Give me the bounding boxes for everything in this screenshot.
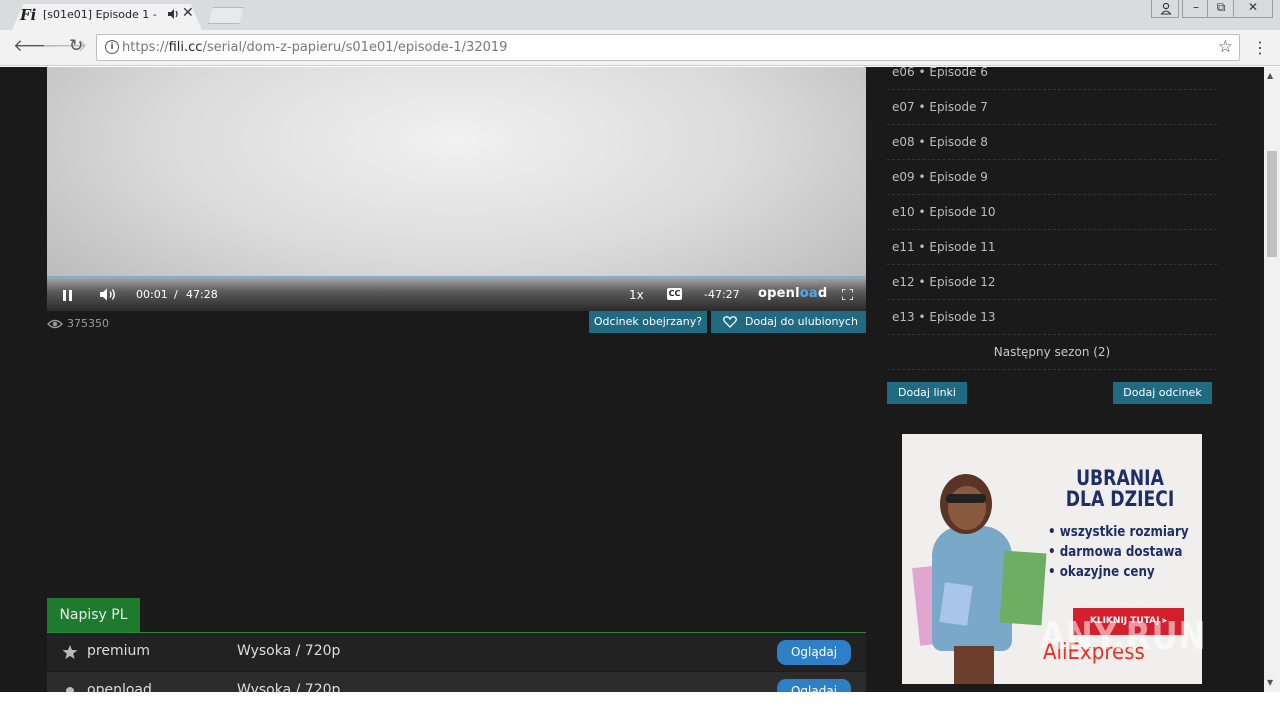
openload-logo: openload bbox=[758, 286, 828, 301]
episode-item[interactable]: e10 • Episode 10 bbox=[887, 195, 1217, 230]
info-icon[interactable]: i bbox=[105, 40, 119, 54]
menu-icon[interactable]: ⋮ bbox=[1252, 38, 1268, 57]
restore-icon[interactable]: ⧉ bbox=[1207, 0, 1235, 18]
ad-bullets: • wszystkie rozmiary • darmowa dostawa •… bbox=[1048, 524, 1189, 580]
add-favorite-label: Dodaj do ulubionych bbox=[745, 315, 858, 328]
tab-title: [s01e01] Episode 1 - Dom z papieru bbox=[43, 8, 159, 21]
playback-speed-button[interactable]: 1x bbox=[629, 288, 644, 302]
episode-item[interactable]: e12 • Episode 12 bbox=[887, 265, 1217, 300]
url-text[interactable]: https://fili.cc/serial/dom-z-papieru/s01… bbox=[122, 40, 507, 55]
episode-item[interactable]: e11 • Episode 11 bbox=[887, 230, 1217, 265]
mark-watched-button[interactable]: Odcinek obejrzany? bbox=[589, 311, 707, 333]
next-season-link[interactable]: Następny sezon (2) bbox=[887, 335, 1217, 370]
video-player[interactable]: 00:01 / 47:28 1x CC -47:27 openload bbox=[47, 67, 866, 311]
page-viewport: 00:01 / 47:28 1x CC -47:27 openload 3753… bbox=[0, 67, 1264, 692]
duration: 47:28 bbox=[186, 288, 218, 301]
volume-icon[interactable] bbox=[99, 287, 117, 302]
status-bar bbox=[0, 692, 1280, 720]
user-icon[interactable] bbox=[1151, 0, 1179, 18]
remaining-time: -47:27 bbox=[704, 288, 740, 301]
ad-sunglasses bbox=[946, 494, 986, 503]
bookmark-star-icon[interactable]: ☆ bbox=[1218, 37, 1233, 57]
table-row[interactable]: openload Wysoka / 720p Oglądaj bbox=[47, 672, 866, 692]
add-episode-button[interactable]: Dodaj odcinek bbox=[1113, 382, 1212, 404]
minimize-icon[interactable]: – bbox=[1182, 0, 1210, 18]
star-icon bbox=[62, 645, 78, 659]
pause-icon[interactable] bbox=[63, 290, 72, 301]
table-row[interactable]: premium Wysoka / 720p Oglądaj bbox=[47, 633, 866, 671]
source-name: premium bbox=[87, 643, 150, 659]
browser-titlebar: Fi [s01e01] Episode 1 - Dom z papieru ✕ … bbox=[0, 0, 1280, 30]
episode-item[interactable]: e06 • Episode 6 bbox=[887, 67, 1217, 90]
episode-item[interactable]: e13 • Episode 13 bbox=[887, 300, 1217, 335]
ad-child-legs bbox=[954, 646, 994, 684]
source-name: openload bbox=[87, 682, 152, 692]
watermark: ANY.RUN bbox=[1040, 614, 1207, 658]
reload-icon[interactable]: ↻ bbox=[69, 36, 83, 56]
dot-icon bbox=[66, 687, 74, 692]
window-close-icon[interactable]: ✕ bbox=[1233, 0, 1273, 18]
address-bar[interactable]: i https://fili.cc/serial/dom-z-papieru/s… bbox=[96, 34, 1240, 61]
ad-title: UBRANIA DLA DZIECI bbox=[1065, 466, 1175, 511]
scroll-thumb[interactable] bbox=[1267, 151, 1277, 257]
player-controls: 00:01 / 47:28 1x CC -47:27 openload bbox=[47, 279, 866, 311]
fullscreen-icon[interactable] bbox=[842, 289, 853, 300]
current-time: 00:01 bbox=[136, 288, 168, 301]
heart-icon bbox=[723, 316, 737, 328]
tab-close-icon[interactable]: ✕ bbox=[182, 5, 194, 21]
captions-icon[interactable]: CC bbox=[667, 288, 682, 300]
page-scrollbar[interactable]: ▲ ▼ bbox=[1264, 67, 1280, 692]
eye-icon bbox=[47, 319, 63, 329]
add-favorite-button[interactable]: Dodaj do ulubionych bbox=[711, 311, 866, 333]
ad-bag-image bbox=[939, 582, 973, 626]
ad-child-face bbox=[948, 486, 986, 530]
site-favicon-icon: Fi bbox=[20, 6, 37, 24]
new-tab-button[interactable] bbox=[208, 7, 244, 24]
source-quality: Wysoka / 720p bbox=[237, 643, 341, 659]
episode-item[interactable]: e08 • Episode 8 bbox=[887, 125, 1217, 160]
scroll-down-icon[interactable]: ▼ bbox=[1267, 678, 1273, 687]
time-separator: / bbox=[174, 288, 178, 301]
view-count-value: 375350 bbox=[67, 317, 109, 330]
add-links-button[interactable]: Dodaj linki bbox=[887, 382, 967, 404]
episode-list: e06 • Episode 6 e07 • Episode 7 e08 • Ep… bbox=[887, 67, 1217, 335]
scroll-up-icon[interactable]: ▲ bbox=[1267, 71, 1273, 80]
episode-item[interactable]: e07 • Episode 7 bbox=[887, 90, 1217, 125]
source-quality: Wysoka / 720p bbox=[237, 682, 341, 692]
tab-subtitles-pl[interactable]: Napisy PL bbox=[47, 598, 140, 633]
watch-button[interactable]: Oglądaj bbox=[777, 640, 851, 665]
audio-icon[interactable] bbox=[167, 7, 179, 21]
watch-button[interactable]: Oglądaj bbox=[777, 679, 851, 692]
episode-item[interactable]: e09 • Episode 9 bbox=[887, 160, 1217, 195]
